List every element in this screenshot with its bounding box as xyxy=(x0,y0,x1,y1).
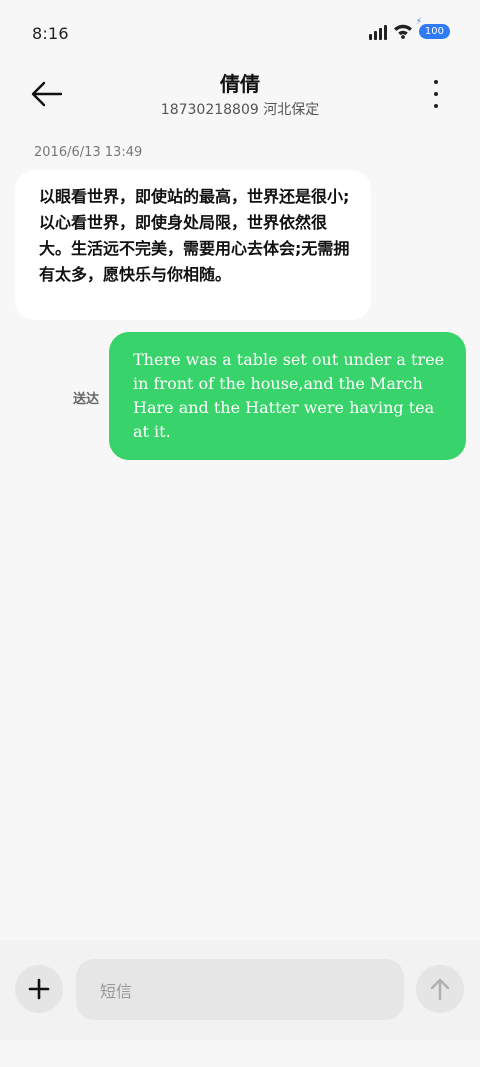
charging-bolt-icon: ⚡ xyxy=(415,16,423,27)
status-bar: 8:16 ⚡ 100 xyxy=(0,0,480,66)
incoming-message-bubble[interactable]: 以眼看世界，即使站的最高，世界还是很小;以心看世界，即使身处局限，世界依然很大。… xyxy=(15,170,371,320)
battery-icon: ⚡ 100 xyxy=(416,17,450,39)
status-time: 8:16 xyxy=(32,24,69,43)
plus-icon xyxy=(28,978,50,1000)
sms-conversation-screen: 8:16 ⚡ 100 倩倩 18730218809 河北保定 2016/6/13… xyxy=(0,0,480,1067)
status-icons: ⚡ 100 xyxy=(368,17,450,40)
send-arrow-icon xyxy=(430,978,450,1001)
send-button[interactable] xyxy=(416,965,464,1013)
conversation-header: 倩倩 18730218809 河北保定 xyxy=(0,66,480,130)
contact-detail: 18730218809 河北保定 xyxy=(160,102,320,118)
add-attachment-button[interactable] xyxy=(15,965,63,1013)
delivery-status: 送达 xyxy=(73,392,100,407)
outgoing-message-bubble[interactable]: There was a table set out under a tree i… xyxy=(109,332,466,460)
composer-bar: 短信 xyxy=(0,940,480,1040)
wifi-icon xyxy=(393,24,412,39)
more-options-button[interactable] xyxy=(428,80,444,108)
more-vertical-icon xyxy=(434,80,438,84)
battery-level: 100 xyxy=(424,25,444,37)
message-timestamp: 2016/6/13 13:49 xyxy=(34,145,143,160)
message-input[interactable]: 短信 xyxy=(76,959,404,1020)
signal-icon xyxy=(368,22,387,40)
contact-name: 倩倩 xyxy=(220,72,260,96)
